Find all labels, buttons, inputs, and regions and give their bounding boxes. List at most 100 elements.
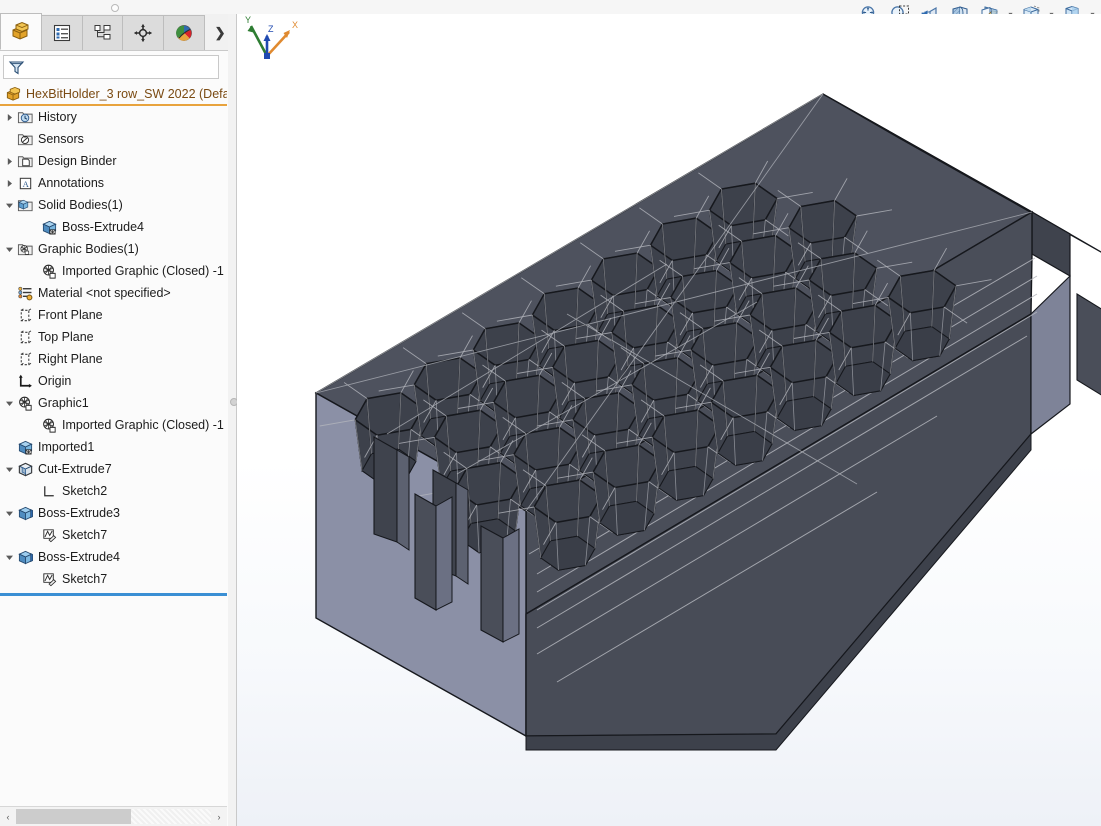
tree-root-label: HexBitHolder_3 row_SW 2022 (Default [26, 87, 227, 101]
right-step-ribs [1076, 293, 1101, 396]
chevron-down-icon[interactable] [2, 546, 16, 568]
tree-arrow-placeholder [2, 326, 16, 348]
scroll-thumb[interactable] [16, 809, 131, 824]
tree-item-label: Front Plane [38, 308, 103, 322]
tree-item-design-binder[interactable]: Design Binder [0, 150, 227, 172]
panel-splitter[interactable] [228, 14, 237, 826]
material-icon [16, 284, 34, 302]
graphics-area[interactable]: Y Z X [237, 14, 1101, 826]
tree-item-boss-extrude3[interactable]: Boss-Extrude3 [0, 502, 227, 524]
tree-filter-row[interactable] [3, 55, 219, 79]
tree-item-imported-graphic-closed-1[interactable]: Imported Graphic (Closed) -1 [0, 414, 227, 436]
material-icon [17, 286, 32, 300]
design-binder-icon [17, 155, 33, 167]
tree-item-label: History [38, 110, 77, 124]
feature-tree: HexBitHolder_3 row_SW 2022 (Default Hist… [0, 84, 227, 815]
graphic-bodies-icon [16, 240, 34, 258]
graphic-body-icon [40, 262, 58, 280]
tree-item-label: Cut-Extrude7 [38, 462, 112, 476]
tree-item-list: History Sensors Design Binder A Annotations S… [0, 106, 227, 590]
manager-tab-property-manager[interactable] [40, 15, 83, 50]
sketch-icon [42, 572, 56, 586]
annotations-icon: A [16, 174, 34, 192]
manager-tab-dimxpert-manager[interactable] [122, 15, 165, 50]
tree-item-sketch2[interactable]: Sketch2 [0, 480, 227, 502]
chevron-down-icon[interactable] [2, 502, 16, 524]
tree-arrow-placeholder [2, 436, 16, 458]
scroll-right-button[interactable]: › [211, 808, 227, 825]
triad-z-label: Z [268, 24, 274, 34]
sketch-icon [40, 526, 58, 544]
history-icon [16, 108, 34, 126]
plane-icon [20, 329, 31, 343]
solidworks-window: ▾ ▾ ▾ [0, 0, 1101, 826]
triad-y-label: Y [245, 15, 251, 25]
tree-horizontal-scrollbar[interactable]: ‹ › [0, 806, 227, 826]
tree-item-annotations[interactable]: A Annotations [0, 172, 227, 194]
tree-item-history[interactable]: History [0, 106, 227, 128]
solid-body-icon [16, 438, 34, 456]
tree-item-label: Material <not specified> [38, 286, 171, 300]
tree-item-label: Boss-Extrude4 [38, 550, 120, 564]
origin-icon [18, 374, 32, 388]
manager-tab-bar: ❯ [0, 13, 228, 51]
tree-item-top-plane[interactable]: Top Plane [0, 326, 227, 348]
tree-item-imported-graphic-closed-1[interactable]: Imported Graphic (Closed) -1 [0, 260, 227, 282]
graphic-body-icon [42, 264, 56, 279]
tree-item-material-not-specified[interactable]: Material <not specified> [0, 282, 227, 304]
sketch-icon [42, 528, 56, 542]
configuration-manager-icon [94, 25, 111, 40]
rollback-bar[interactable] [0, 593, 227, 596]
manager-tab-feature-manager[interactable] [0, 13, 42, 50]
chevron-right-icon[interactable] [2, 172, 16, 194]
tree-item-label: Sketch2 [62, 484, 108, 498]
origin-icon [16, 372, 34, 390]
chevron-down-icon[interactable] [2, 194, 16, 216]
tree-item-right-plane[interactable]: Right Plane [0, 348, 227, 370]
cut-extrude-icon [17, 462, 33, 476]
manager-tab-configuration-manager[interactable] [81, 15, 124, 50]
tree-item-origin[interactable]: Origin [0, 370, 227, 392]
cut-extrude-icon [16, 460, 34, 478]
boss-extrude-icon [17, 506, 33, 520]
property-manager-icon [53, 24, 70, 42]
tree-item-label: Sensors [38, 132, 84, 146]
sensors-icon [17, 133, 33, 145]
tree-item-imported1[interactable]: Imported1 [0, 436, 227, 458]
tree-item-solid-bodies-1[interactable]: Solid Bodies(1) [0, 194, 227, 216]
model-3d-view[interactable] [237, 14, 1101, 826]
tree-item-label: Design Binder [38, 154, 117, 168]
tree-item-label: Boss-Extrude3 [38, 506, 120, 520]
tree-arrow-placeholder [26, 414, 40, 436]
tree-item-graphic-bodies-1[interactable]: Graphic Bodies(1) [0, 238, 227, 260]
tree-item-graphic1[interactable]: Graphic1 [0, 392, 227, 414]
tree-item-sensors[interactable]: Sensors [0, 128, 227, 150]
tree-item-boss-extrude4[interactable]: Boss-Extrude4 [0, 216, 227, 238]
chevron-right-icon[interactable] [2, 150, 16, 172]
tree-arrow-placeholder [26, 524, 40, 546]
chevron-down-icon[interactable] [2, 458, 16, 480]
tree-root-item[interactable]: HexBitHolder_3 row_SW 2022 (Default [0, 84, 227, 106]
tree-arrow-placeholder [26, 216, 40, 238]
tree-arrow-placeholder [26, 260, 40, 282]
tree-item-label: Top Plane [38, 330, 94, 344]
chevron-down-icon[interactable] [2, 392, 16, 414]
tree-item-label: Graphic Bodies(1) [38, 242, 139, 256]
pin-icon[interactable] [111, 4, 119, 12]
scroll-track[interactable] [16, 809, 211, 824]
tree-item-cut-extrude7[interactable]: Cut-Extrude7 [0, 458, 227, 480]
tree-item-front-plane[interactable]: Front Plane [0, 304, 227, 326]
graphic-body-icon [42, 418, 56, 433]
scroll-left-button[interactable]: ‹ [0, 808, 16, 825]
chevron-down-icon[interactable] [2, 238, 16, 260]
tree-item-label: Annotations [38, 176, 105, 190]
manager-tab-expand-button[interactable]: ❯ [212, 24, 228, 42]
tree-item-sketch7[interactable]: Sketch7 [0, 568, 227, 590]
tree-item-boss-extrude4[interactable]: Boss-Extrude4 [0, 546, 227, 568]
tree-item-sketch7[interactable]: Sketch7 [0, 524, 227, 546]
sketch-icon [40, 570, 58, 588]
chevron-right-icon[interactable] [2, 106, 16, 128]
boss-extrude-icon [16, 548, 34, 566]
manager-tab-display-manager[interactable] [163, 15, 206, 50]
solid-body-icon [17, 440, 33, 455]
